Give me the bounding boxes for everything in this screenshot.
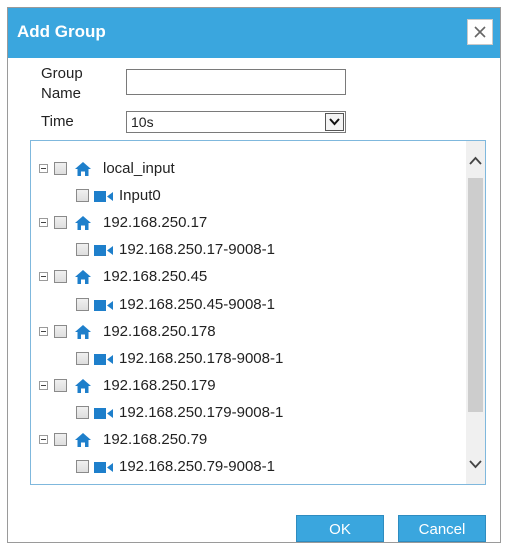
- tree-checkbox[interactable]: [54, 324, 67, 338]
- collapse-toggle-icon[interactable]: [39, 380, 48, 390]
- tree-node-camera[interactable]: 192.168.250.179-9008-1: [31, 402, 465, 424]
- tree-checkbox[interactable]: [54, 162, 67, 175]
- tree-node-host[interactable]: 192.168.250.179: [31, 375, 465, 397]
- time-label: Time: [41, 113, 74, 130]
- tree-node-label: 192.168.250.17-9008-1: [119, 241, 275, 259]
- tree-checkbox[interactable]: [76, 405, 89, 419]
- add-group-dialog: Add Group Group Name Time 10s local_inpu…: [7, 7, 501, 543]
- tree-checkbox[interactable]: [54, 270, 67, 284]
- tree-node-camera[interactable]: 192.168.250.178-9008-1: [31, 348, 465, 370]
- tree-checkbox[interactable]: [76, 351, 89, 365]
- camera-icon: [94, 353, 113, 365]
- tree-node-label: 192.168.250.179: [103, 376, 216, 394]
- ok-button[interactable]: OK: [296, 515, 384, 542]
- scroll-thumb[interactable]: [468, 178, 483, 412]
- tree-node-camera[interactable]: 192.168.250.79-9008-1: [31, 456, 465, 478]
- scroll-down-button[interactable]: [466, 456, 485, 472]
- home-icon: [75, 216, 91, 231]
- device-tree-list: local_input Input0 192.168.250.17 192.168.2…: [31, 141, 465, 484]
- tree-node-label: 192.168.250.45-9008-1: [119, 295, 275, 313]
- tree-scrollbar[interactable]: [466, 141, 485, 484]
- chevron-up-icon: [469, 156, 482, 165]
- home-icon: [75, 270, 91, 285]
- tree-checkbox[interactable]: [76, 460, 89, 474]
- tree-checkbox[interactable]: [54, 433, 67, 446]
- tree-node-host[interactable]: 192.168.250.17: [31, 212, 465, 234]
- tree-checkbox[interactable]: [76, 243, 89, 257]
- collapse-toggle-icon[interactable]: [39, 272, 48, 282]
- title-bar: Add Group: [8, 8, 500, 58]
- camera-icon: [94, 407, 113, 419]
- tree-node-label: local_input: [103, 160, 175, 177]
- tree-node-camera[interactable]: 192.168.250.45-9008-1: [31, 294, 465, 316]
- tree-node-label: 192.168.250.45: [103, 268, 208, 286]
- home-icon: [75, 378, 91, 393]
- camera-icon: [94, 299, 113, 311]
- tree-checkbox[interactable]: [54, 378, 67, 392]
- scroll-up-button[interactable]: [466, 153, 485, 169]
- close-button[interactable]: [467, 19, 493, 45]
- group-name-label-line2: Name: [41, 85, 82, 102]
- collapse-toggle-icon[interactable]: [39, 326, 48, 336]
- tree-node-label: 192.168.250.178-9008-1: [119, 349, 284, 367]
- tree-node-camera[interactable]: 192.168.250.17-9008-1: [31, 239, 465, 261]
- home-icon: [75, 162, 91, 176]
- camera-icon: [94, 462, 113, 474]
- tree-checkbox[interactable]: [76, 189, 89, 203]
- tree-node-host[interactable]: local_input: [31, 158, 465, 180]
- tree-node-host[interactable]: 192.168.250.45: [31, 266, 465, 288]
- time-select-dropdown-button[interactable]: [325, 113, 344, 131]
- tree-checkbox[interactable]: [54, 216, 67, 230]
- collapse-toggle-icon[interactable]: [39, 218, 48, 228]
- time-select[interactable]: 10s: [126, 111, 346, 133]
- tree-node-label: 192.168.250.179-9008-1: [119, 403, 284, 421]
- home-icon: [75, 433, 91, 447]
- camera-icon: [94, 245, 113, 257]
- collapse-toggle-icon[interactable]: [39, 435, 48, 444]
- chevron-down-icon: [329, 118, 340, 126]
- camera-icon: [94, 191, 113, 203]
- close-icon: [474, 26, 486, 38]
- tree-node-label: Input0: [119, 187, 161, 205]
- tree-checkbox[interactable]: [76, 297, 89, 311]
- group-name-input[interactable]: [126, 69, 346, 95]
- home-icon: [75, 324, 91, 339]
- cancel-button[interactable]: Cancel: [398, 515, 486, 542]
- tree-node-host[interactable]: 192.168.250.178: [31, 321, 465, 343]
- tree-node-label: 192.168.250.79-9008-1: [119, 458, 275, 476]
- chevron-down-icon: [469, 460, 482, 469]
- group-name-label-line1: Group: [41, 65, 83, 82]
- dialog-title: Add Group: [17, 22, 106, 41]
- time-select-value: 10s: [131, 114, 154, 130]
- collapse-toggle-icon[interactable]: [39, 164, 48, 173]
- device-tree: local_input Input0 192.168.250.17 192.168.2…: [30, 140, 486, 485]
- tree-node-camera[interactable]: Input0: [31, 185, 465, 207]
- tree-node-label: 192.168.250.17: [103, 214, 208, 232]
- tree-node-host[interactable]: 192.168.250.79: [31, 429, 465, 451]
- tree-node-label: 192.168.250.178: [103, 322, 216, 340]
- tree-node-label: 192.168.250.79: [103, 431, 208, 448]
